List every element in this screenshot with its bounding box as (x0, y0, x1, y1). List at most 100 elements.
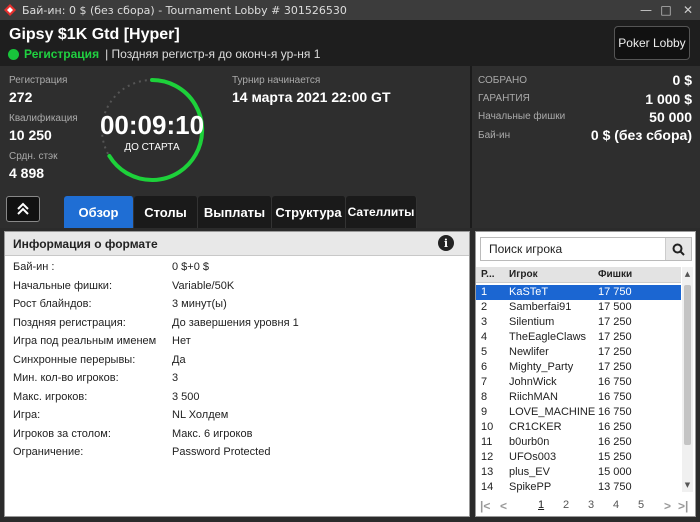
double-chevron-up-icon (17, 202, 29, 215)
format-row-label: Игроков за столом: (13, 427, 111, 440)
tab-tables[interactable]: Столы (134, 196, 198, 228)
column-rank[interactable]: Р... (481, 269, 495, 280)
players-table-header: Р... Игрок Фишки (476, 267, 681, 283)
player-row[interactable]: 13 plus_EV 15 000 (476, 465, 681, 480)
player-row[interactable]: 9 LOVE_MACHINE 16 750 (476, 405, 681, 420)
player-row[interactable]: 6 Mighty_Party 17 250 (476, 360, 681, 375)
player-rank: 4 (481, 331, 488, 343)
format-row-label: Ограничение: (13, 446, 84, 458)
format-row-value: NL Холдем (172, 409, 229, 421)
player-row[interactable]: 2 Samberfai91 17 500 (476, 300, 681, 315)
search-button[interactable] (665, 238, 691, 260)
player-row[interactable]: 12 UFOs003 15 250 (476, 450, 681, 465)
countdown-caption: ДО СТАРТА (124, 142, 180, 153)
format-row-value: Макс. 6 игроков (172, 427, 253, 440)
scroll-thumb[interactable] (684, 285, 691, 445)
player-row[interactable]: 7 JohnWick 16 750 (476, 375, 681, 390)
tab-payouts[interactable]: Выплаты (198, 196, 272, 228)
format-row-value: 3 (172, 372, 179, 384)
page-5[interactable]: 5 (638, 499, 644, 511)
player-chips: 16 250 (598, 421, 632, 433)
player-name: Newlifer (509, 346, 549, 358)
player-name: TheEagleClaws (509, 331, 587, 343)
scroll-down-icon[interactable]: ▼ (682, 480, 693, 490)
scroll-up-icon[interactable]: ▲ (682, 269, 693, 279)
player-name: UFOs003 (509, 451, 557, 463)
player-row[interactable]: 3 Silentium 17 250 (476, 315, 681, 330)
tab-satellites[interactable]: Сателлиты (346, 196, 417, 228)
registration-label: Регистрация (9, 75, 68, 86)
format-row-label: Игра под реальным именем (13, 335, 157, 347)
buyin-value: 0 $ (без сбора) (590, 127, 692, 143)
player-row[interactable]: 8 RiichMAN 16 750 (476, 390, 681, 405)
format-rows: Бай-ин : 0 $+0 $ Начальные фишки: Variable/… (5, 259, 469, 463)
player-rank: 7 (481, 376, 488, 388)
player-row[interactable]: 14 SpikePP 13 750 (476, 480, 681, 495)
page-4[interactable]: 4 (613, 499, 619, 511)
minimize-button[interactable]: — (636, 0, 656, 20)
format-row: Ограничение: Password Protected (5, 444, 469, 463)
player-name: LOVE_MACHINE (509, 406, 596, 418)
player-search (480, 237, 692, 261)
tab-structure[interactable]: Структура (272, 196, 346, 228)
app-logo-icon (4, 4, 16, 16)
tournament-name: Gipsy $1K Gtd [Hyper] (9, 26, 180, 43)
player-chips: 16 750 (598, 376, 632, 388)
format-row: Рост блайндов: 3 минут(ы) (5, 296, 469, 315)
page-1[interactable]: 1 (538, 499, 544, 511)
page-2[interactable]: 2 (563, 499, 569, 511)
player-row[interactable]: 11 b0urb0n 16 250 (476, 435, 681, 450)
player-chips: 17 250 (598, 346, 632, 358)
player-name: RiichMAN (509, 391, 558, 403)
format-row: Игроков за столом: Макс. 6 игроков (5, 426, 469, 445)
start-chips-label: Начальные фишки (478, 111, 566, 122)
window-title: Бай-ин: 0 $ (без сбора) - Tournament Lob… (22, 3, 347, 17)
info-divider (470, 66, 472, 228)
player-rank: 1 (481, 286, 488, 298)
maximize-button[interactable]: □ (656, 0, 676, 20)
player-row[interactable]: 4 TheEagleClaws 17 250 (476, 330, 681, 345)
poker-lobby-button[interactable]: Poker Lobby (614, 26, 690, 60)
player-name: Silentium (509, 316, 555, 328)
format-row: Бай-ин : 0 $+0 $ (5, 259, 469, 278)
format-row-value: 3 минут(ы) (172, 298, 227, 310)
format-info-header: Информация о формате i (5, 232, 469, 256)
registration-value: 272 (9, 89, 33, 105)
last-page-button[interactable]: >| (678, 499, 688, 513)
player-rank: 9 (481, 406, 488, 418)
format-info-title: Информация о формате (13, 237, 158, 251)
format-row-value: 0 $+0 $ (172, 261, 210, 273)
tab-overview[interactable]: Обзор (64, 196, 134, 228)
player-name: SpikePP (509, 481, 552, 493)
player-row[interactable]: 10 CR1CKER 16 250 (476, 420, 681, 435)
player-row[interactable]: 1 KaSTeT 17 750 (476, 285, 681, 300)
next-page-button[interactable]: > (664, 499, 671, 513)
column-player[interactable]: Игрок (509, 269, 538, 280)
prev-page-button[interactable]: < (500, 499, 507, 513)
player-rank: 12 (481, 451, 494, 463)
player-chips: 16 250 (598, 436, 632, 448)
countdown-timer: 00:09:10 (99, 110, 205, 140)
tab-bar: Обзор Столы Выплаты Структура Сателлиты (64, 196, 417, 228)
player-chips: 17 250 (598, 361, 632, 373)
format-row-label: Игра: (13, 409, 41, 421)
format-row-value: 3 500 (172, 390, 200, 403)
info-icon[interactable]: i (438, 235, 454, 251)
avg-stack-label: Срдн. стэк (9, 151, 58, 162)
player-search-input[interactable] (481, 238, 665, 260)
format-row: Игра под реальным именем Нет (5, 333, 469, 352)
format-row: Начальные фишки: Variable/50K (5, 278, 469, 297)
column-chips[interactable]: Фишки (598, 269, 632, 280)
player-chips: 13 750 (598, 481, 632, 493)
qualification-label: Квалификация (9, 113, 78, 124)
players-panel: Р... Игрок Фишки 1 KaSTeT 17 750 2 Samberfai… (475, 231, 696, 517)
player-rank: 6 (481, 361, 488, 373)
page-3[interactable]: 3 (588, 499, 594, 511)
player-row[interactable]: 5 Newlifer 17 250 (476, 345, 681, 360)
collapse-button[interactable] (6, 196, 40, 222)
players-scrollbar[interactable]: ▲ ▼ (682, 267, 693, 492)
format-row: Поздняя регистрация: До завершения уровня… (5, 315, 469, 334)
player-rank: 2 (481, 301, 488, 313)
close-button[interactable]: ✕ (676, 0, 700, 20)
first-page-button[interactable]: |< (480, 499, 490, 513)
